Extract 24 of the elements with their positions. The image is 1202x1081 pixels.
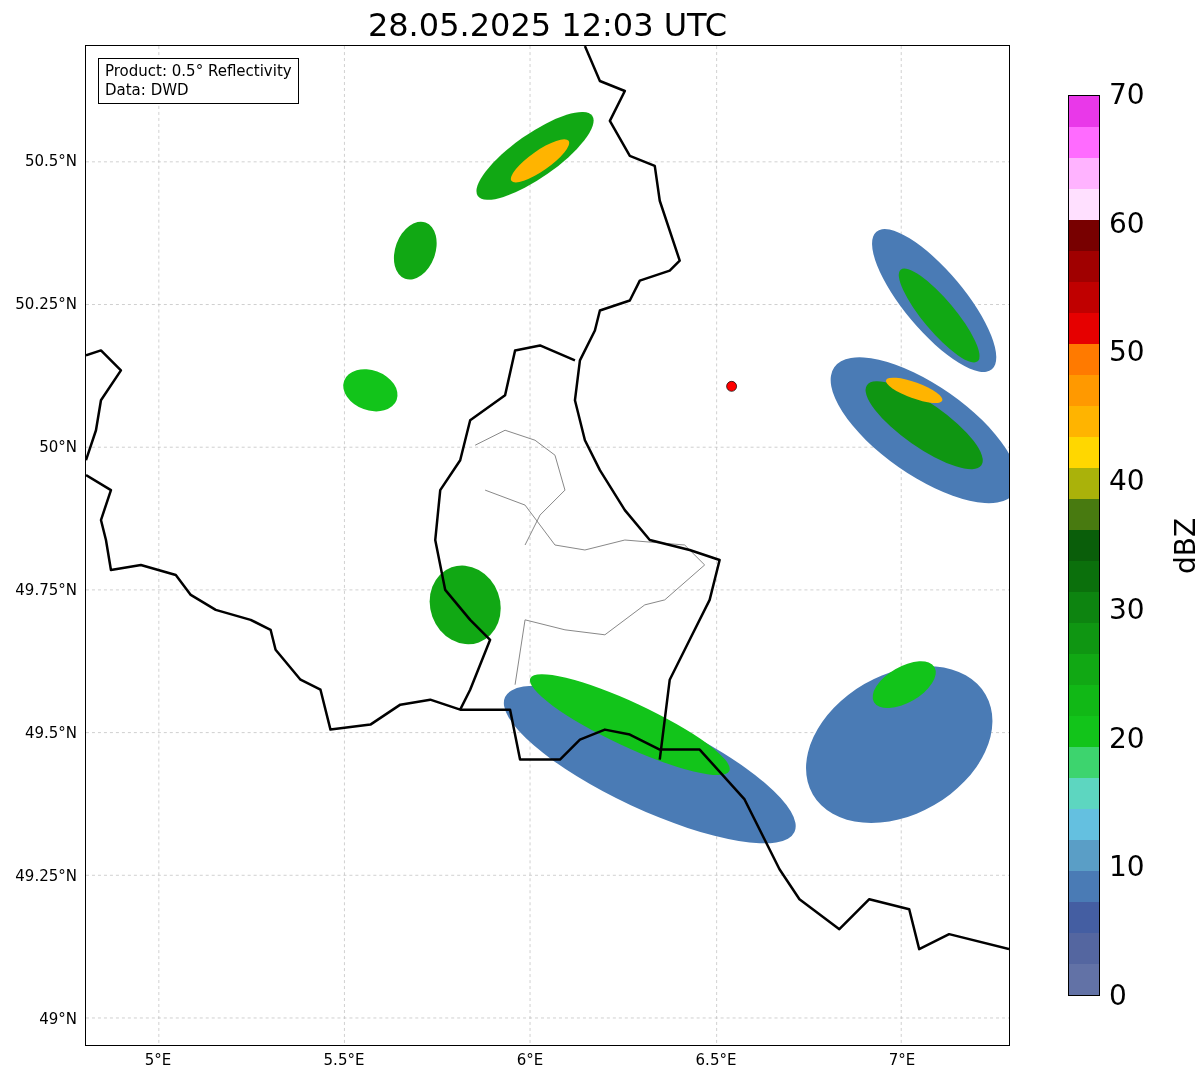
info-text: Product: 0.5° Reflectivity	[105, 62, 292, 81]
x-tick-label: 6.5°E	[695, 1051, 737, 1069]
colorbar-tick-label: 50	[1109, 336, 1145, 369]
x-tick-label: 7°E	[888, 1051, 916, 1069]
colorbar-tick-label: 10	[1109, 851, 1145, 884]
colorbar-tick-label: 30	[1109, 593, 1145, 626]
chart-title: 28.05.2025 12:03 UTC	[367, 5, 728, 45]
y-tick-label: 50°N	[39, 438, 77, 456]
colorbar-tick-label: 20	[1109, 722, 1145, 755]
colorbar-tick-label: 60	[1109, 207, 1145, 240]
colorbar-tick-label: 0	[1109, 980, 1127, 1012]
y-tick-label: 49.25°N	[15, 867, 77, 885]
x-tick-label: 5°E	[144, 1051, 172, 1069]
info-text: Data: DWD	[105, 81, 190, 100]
y-tick-label: 50.5°N	[24, 152, 77, 170]
colorbar-label: dBZ	[1170, 517, 1202, 575]
colorbar-tick-label: 40	[1109, 465, 1145, 498]
y-tick-label: 49.5°N	[24, 724, 77, 742]
y-tick-label: 50.25°N	[15, 295, 77, 313]
colorbar-tick-label: 70	[1109, 79, 1145, 111]
x-tick-label: 5.5°E	[323, 1051, 365, 1069]
y-tick-label: 49.75°N	[15, 581, 77, 599]
y-tick-label: 49°N	[39, 1010, 77, 1028]
x-tick-label: 6°E	[516, 1051, 544, 1069]
